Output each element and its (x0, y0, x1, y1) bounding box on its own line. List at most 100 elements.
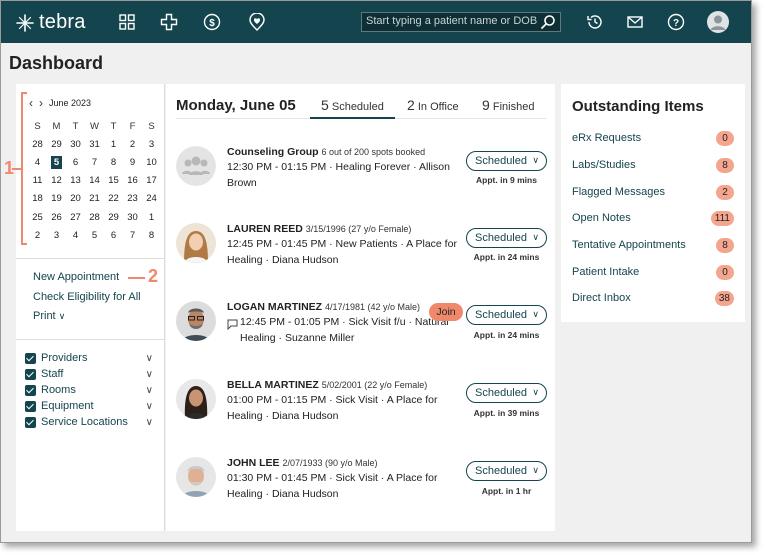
appointment-name[interactable]: Counseling Group 6 out of 200 spots book… (227, 146, 425, 158)
calendar-day[interactable]: 11 (28, 175, 47, 186)
calendar-weekday: F (129, 120, 136, 132)
calendar-day[interactable]: 31 (85, 139, 104, 150)
checkbox-checked-icon[interactable] (25, 416, 36, 428)
checkbox-checked-icon[interactable] (25, 384, 36, 396)
calendar-day[interactable]: 2 (28, 230, 47, 241)
calendar-day[interactable]: 3 (47, 230, 66, 241)
calendar-day[interactable]: 12 (47, 175, 66, 186)
tebra-logo[interactable]: tebra (15, 11, 86, 34)
outstanding-item[interactable]: Tentative Appointments 8 (572, 237, 734, 253)
tab-scheduled[interactable]: 5 Scheduled (321, 97, 384, 113)
checkbox-checked-icon[interactable] (25, 352, 36, 364)
calendar-day[interactable]: 26 (47, 212, 66, 223)
patient-name: LOGAN MARTINEZ (227, 301, 323, 313)
outstanding-item[interactable]: Patient Intake 0 (572, 264, 734, 280)
filter-equipment[interactable]: Equipment ∨ (25, 398, 153, 414)
status-dropdown[interactable]: Scheduled ∨ (466, 305, 547, 325)
calendar-day[interactable]: 28 (85, 212, 104, 223)
chevron-left-icon[interactable]: ‹ (29, 96, 33, 110)
calendar-day[interactable]: 14 (85, 175, 104, 186)
calendar-day[interactable]: 19 (47, 193, 66, 204)
outstanding-item[interactable]: Open Notes 111 (572, 210, 734, 226)
user-avatar-icon[interactable] (707, 11, 729, 33)
calendar-day[interactable]: 24 (142, 193, 161, 204)
appointment-name[interactable]: LOGAN MARTINEZ 4/17/1981 (42 y/o Male) (227, 301, 420, 313)
tab-in-office[interactable]: 2 In Office (407, 97, 459, 113)
calendar-day[interactable]: 17 (142, 175, 161, 186)
filter-staff[interactable]: Staff ∨ (25, 366, 153, 382)
chevron-right-icon[interactable]: › (39, 96, 43, 110)
calendar-day[interactable]: 1 (142, 212, 161, 223)
calendar-day[interactable]: 6 (66, 157, 85, 168)
heart-pin-icon[interactable] (247, 12, 267, 32)
calendar-day[interactable]: 21 (85, 193, 104, 204)
count-badge: 2 (716, 184, 734, 200)
outstanding-item[interactable]: Direct Inbox 38 (572, 290, 734, 306)
chevron-down-icon[interactable]: ∨ (146, 353, 153, 364)
calendar-day[interactable]: 6 (104, 230, 123, 241)
calendar-day[interactable]: 29 (47, 139, 66, 150)
outstanding-item[interactable]: eRx Requests 0 (572, 130, 734, 146)
chevron-down-icon[interactable]: ∨ (146, 369, 153, 380)
patient-name: LAUREN REED (227, 223, 303, 235)
mail-icon[interactable] (625, 12, 645, 32)
outstanding-item[interactable]: Flagged Messages 2 (572, 184, 734, 200)
calendar-day-selected[interactable]: 5 (47, 155, 66, 169)
tab-finished[interactable]: 9 Finished (482, 97, 534, 113)
calendar-day[interactable]: 7 (123, 230, 142, 241)
check-eligibility-link[interactable]: Check Eligibility for All (33, 291, 141, 311)
calendar-day[interactable]: 2 (123, 139, 142, 150)
calendar-day[interactable]: 4 (66, 230, 85, 241)
calendar-day[interactable]: 30 (123, 212, 142, 223)
chevron-down-icon[interactable]: ∨ (146, 385, 153, 396)
appointment-name[interactable]: JOHN LEE 2/07/1933 (90 y/o Male) (227, 457, 378, 469)
calendar-day[interactable]: 28 (28, 139, 47, 150)
status-dropdown[interactable]: Scheduled ∨ (466, 151, 547, 171)
calendar-day[interactable]: 22 (104, 193, 123, 204)
calendar-day[interactable]: 3 (142, 139, 161, 150)
filter-service-locations[interactable]: Service Locations ∨ (25, 414, 153, 430)
calendar-day[interactable]: 7 (85, 157, 104, 168)
calendar-day[interactable]: 27 (66, 212, 85, 223)
outstanding-item[interactable]: Labs/Studies 8 (572, 157, 734, 173)
chevron-down-icon[interactable]: ∨ (146, 401, 153, 412)
calendar-day[interactable]: 8 (142, 230, 161, 241)
calendar-day[interactable]: 25 (28, 212, 47, 223)
calendar-day[interactable]: 23 (123, 193, 142, 204)
appointment-name[interactable]: BELLA MARTINEZ 5/02/2001 (22 y/o Female) (227, 379, 427, 391)
search-icon[interactable] (540, 14, 556, 30)
calendar-day[interactable]: 20 (66, 193, 85, 204)
filter-providers[interactable]: Providers ∨ (25, 350, 153, 366)
calendar-day[interactable]: 10 (142, 157, 161, 168)
chevron-down-icon[interactable]: ∨ (146, 417, 153, 428)
calendar-day[interactable]: 30 (66, 139, 85, 150)
appointment-name[interactable]: LAUREN REED 3/15/1996 (27 y/o Female) (227, 223, 411, 235)
checkbox-checked-icon[interactable] (25, 400, 36, 412)
status-dropdown[interactable]: Scheduled ∨ (466, 383, 547, 403)
grid-icon[interactable] (117, 12, 137, 32)
calendar-day[interactable]: 1 (104, 139, 123, 150)
print-menu[interactable]: Print ∨ (33, 310, 141, 330)
tab-count: 2 (407, 97, 415, 113)
calendar-day[interactable]: 16 (123, 175, 142, 186)
status-dropdown[interactable]: Scheduled ∨ (466, 228, 547, 248)
calendar-day[interactable]: 29 (104, 212, 123, 223)
calendar-day[interactable]: 18 (28, 193, 47, 204)
checkbox-checked-icon[interactable] (25, 368, 36, 380)
calendar-day[interactable]: 9 (123, 157, 142, 168)
calendar-day[interactable]: 13 (66, 175, 85, 186)
join-button[interactable]: Join (429, 303, 463, 321)
calendar-day[interactable]: 5 (85, 230, 104, 241)
status-dropdown[interactable]: Scheduled ∨ (466, 461, 547, 481)
history-icon[interactable] (585, 12, 605, 32)
dollar-icon[interactable]: $ (202, 12, 222, 32)
medical-cross-icon[interactable] (159, 12, 179, 32)
patient-search-input[interactable]: Start typing a patient name or DOB (361, 12, 561, 32)
new-appointment-link[interactable]: New Appointment (33, 271, 141, 291)
help-icon[interactable]: ? (666, 12, 686, 32)
calendar-week-row: 25 26 27 28 29 30 1 (28, 208, 161, 226)
calendar-day[interactable]: 8 (104, 157, 123, 168)
calendar-day[interactable]: 4 (28, 157, 47, 168)
filter-rooms[interactable]: Rooms ∨ (25, 382, 153, 398)
calendar-day[interactable]: 15 (104, 175, 123, 186)
